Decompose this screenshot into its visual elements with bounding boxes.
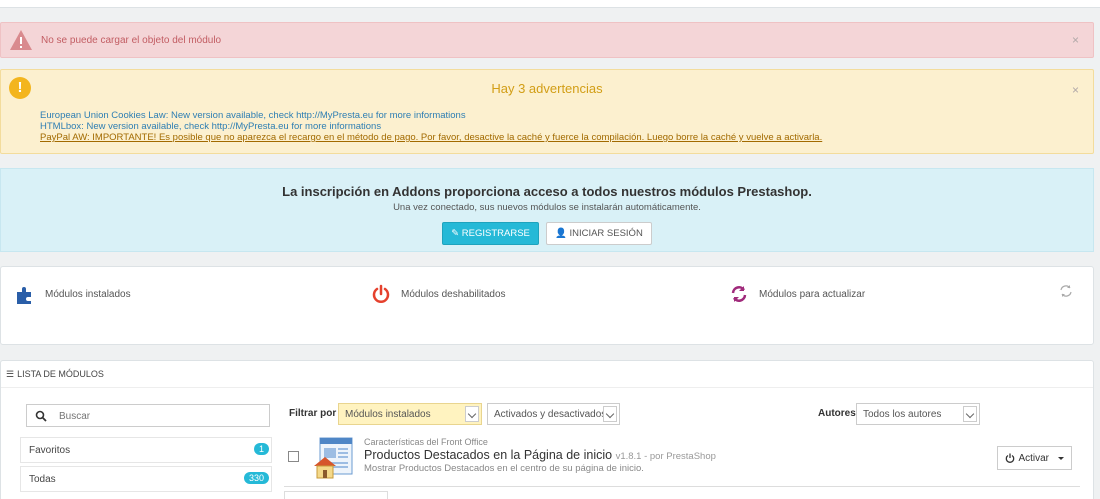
count-badge: 330 — [243, 472, 269, 484]
top-strip — [0, 0, 1100, 8]
list-icon: ☰ — [6, 368, 15, 379]
module-row: Características del Front Office Product… — [284, 432, 1080, 484]
refresh-icon — [731, 286, 747, 302]
close-icon[interactable]: × — [1072, 33, 1079, 47]
row-divider — [284, 486, 1080, 487]
warning-alert: ! Hay 3 advertencias × European Union Co… — [0, 69, 1094, 154]
module-name: Productos Destacados en la Página de ini… — [364, 448, 716, 462]
module-checkbox[interactable] — [288, 451, 299, 462]
warning-line: HTMLbox: New version available, check ht… — [40, 121, 382, 132]
module-description: Mostrar Productos Destacados en el centr… — [364, 463, 644, 474]
register-button[interactable]: ✎ REGISTRARSE — [442, 222, 539, 245]
count-badge: 1 — [253, 443, 269, 455]
warning-lines: European Union Cookies Law: New version … — [40, 110, 822, 143]
filter-status-select[interactable]: Activados y desactivados — [487, 403, 620, 425]
module-home-icon — [314, 437, 353, 479]
addons-subline: Una vez conectado, sus nuevos módulos se… — [393, 202, 701, 213]
login-button[interactable]: 👤 INICIAR SESIÓN — [545, 222, 652, 245]
puzzle-icon — [17, 287, 31, 304]
chevron-down-icon — [603, 406, 617, 422]
filter-installed-select[interactable]: Módulos instalados — [338, 403, 482, 425]
addons-banner: La inscripción en Addons proporciona acc… — [0, 168, 1094, 252]
stat-installed[interactable]: Módulos instalados — [15, 284, 131, 304]
category-favorites[interactable]: Favoritos 1 — [20, 437, 272, 463]
addons-headline: La inscripción en Addons proporciona acc… — [282, 184, 812, 199]
close-icon[interactable]: × — [1072, 83, 1079, 97]
caret-down-icon[interactable] — [1058, 456, 1064, 460]
activate-button[interactable]: Activar — [997, 446, 1072, 470]
power-icon — [1006, 453, 1015, 463]
refresh-icon[interactable] — [1059, 284, 1073, 301]
search-input[interactable] — [59, 408, 259, 424]
chevron-down-icon — [963, 406, 977, 422]
module-category: Características del Front Office — [364, 437, 488, 447]
chevron-down-icon — [465, 406, 479, 422]
module-version: v1.8.1 - por PrestaShop — [615, 451, 716, 462]
module-list-header: ☰ LISTA DE MÓDULOS — [1, 361, 1093, 388]
authors-select[interactable]: Todos los autores — [856, 403, 980, 425]
search-icon — [35, 410, 47, 422]
stat-disabled[interactable]: Módulos deshabilitados — [371, 284, 506, 304]
user-icon: 👤 — [554, 228, 570, 239]
warning-title: Hay 3 advertencias — [491, 81, 603, 96]
warning-triangle-icon — [9, 29, 33, 54]
module-stats-panel: Módulos instalados Módulos deshabilitado… — [0, 266, 1094, 345]
search-box[interactable] — [26, 404, 270, 427]
power-icon — [372, 284, 390, 303]
error-message: No se puede cargar el objeto del módulo — [41, 35, 222, 46]
authors-label: Autores — [818, 408, 856, 419]
warning-line: European Union Cookies Law: New version … — [40, 110, 466, 121]
error-alert: No se puede cargar el objeto del módulo … — [0, 22, 1094, 58]
next-row-button[interactable] — [284, 491, 388, 499]
category-all[interactable]: Todas 330 — [20, 466, 272, 492]
stat-to-update[interactable]: Módulos para actualizar — [729, 284, 865, 304]
filter-label: Filtrar por — [289, 408, 337, 419]
warning-line-link[interactable]: PayPal AW: IMPORTANTE! Es posible que no… — [40, 132, 822, 143]
pencil-icon: ✎ — [451, 228, 462, 239]
